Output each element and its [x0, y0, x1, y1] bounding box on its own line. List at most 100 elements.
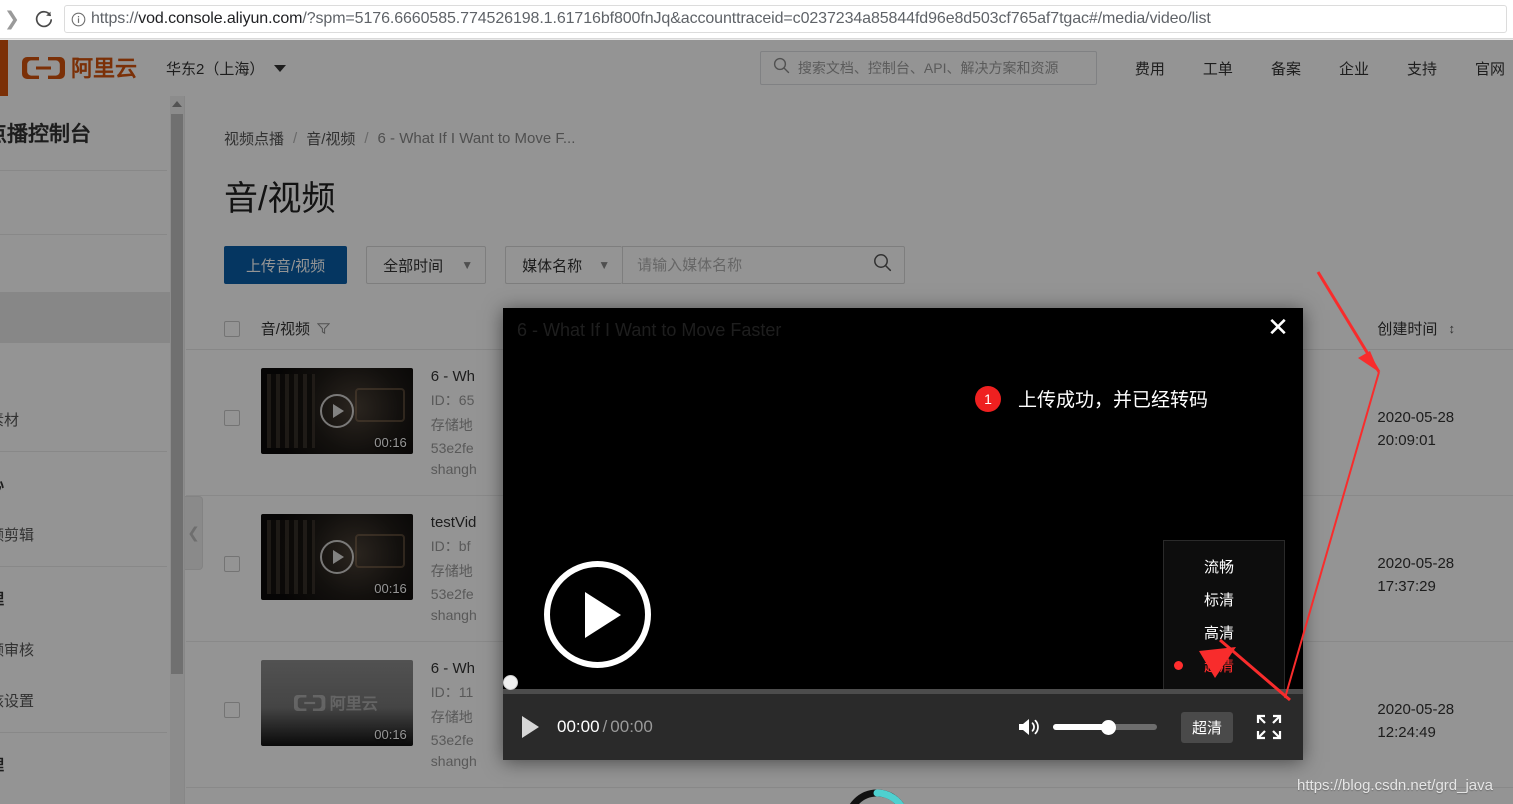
- row-select-cell: [224, 660, 261, 718]
- quality-option-hd[interactable]: 高清: [1164, 616, 1284, 649]
- sidebar-divider: [0, 451, 167, 452]
- global-search[interactable]: [759, 51, 1097, 85]
- header-link-ticket[interactable]: 工单: [1203, 58, 1233, 79]
- row-checkbox[interactable]: [224, 702, 240, 718]
- video-thumbnail[interactable]: 00:16: [260, 368, 413, 454]
- region-label: 华东2（上海）: [166, 60, 265, 78]
- sidebar-divider: [0, 234, 167, 235]
- progress-bar[interactable]: [503, 675, 1303, 694]
- sidebar-item-audit-settings[interactable]: 智能审核设置: [0, 675, 184, 726]
- brand-rail: [0, 40, 8, 96]
- quality-option-sd[interactable]: 标清: [1164, 583, 1284, 616]
- media-storage: 存储地: [430, 417, 473, 433]
- sidebar-scrollbar[interactable]: [170, 96, 184, 804]
- row-checkbox[interactable]: [224, 556, 240, 572]
- time-filter-select[interactable]: 全部时间 ▼: [366, 246, 487, 284]
- created-time: 17:37:29: [1377, 578, 1436, 596]
- reload-icon: [35, 11, 53, 28]
- media-name[interactable]: testVid: [431, 514, 477, 531]
- header-link-official[interactable]: 官网: [1475, 58, 1505, 79]
- column-header-created[interactable]: 创建时间 ↕: [1377, 318, 1513, 339]
- quality-menu[interactable]: 流畅 标清 高清 超清: [1163, 540, 1285, 699]
- sidebar-item-image[interactable]: 图片: [0, 343, 184, 394]
- volume-control[interactable]: [1017, 716, 1157, 738]
- row-checkbox[interactable]: [224, 410, 240, 426]
- sidebar-item-overview[interactable]: 概览: [0, 177, 184, 228]
- sort-icon[interactable]: ↕: [1448, 321, 1455, 336]
- media-id: ID：65: [430, 392, 475, 408]
- media-name[interactable]: 6 - Wh: [431, 368, 477, 385]
- reload-button[interactable]: [24, 0, 64, 38]
- sidebar-scroll-thumb[interactable]: [171, 114, 183, 674]
- select-all-cell: [224, 320, 261, 337]
- svg-text:阿里云: 阿里云: [330, 695, 378, 713]
- sidebar-group-production[interactable]: 生产中心: [0, 458, 184, 509]
- forward-button[interactable]: ❯: [0, 0, 24, 38]
- media-storage: 存储地: [430, 563, 473, 579]
- breadcrumb-item-media[interactable]: 音/视频: [306, 128, 355, 149]
- scroll-up-arrow-icon[interactable]: [170, 96, 184, 112]
- media-name[interactable]: 6 - Wh: [431, 660, 477, 677]
- quality-option-uhd[interactable]: 超清: [1164, 649, 1284, 682]
- media-meta: testVid ID：bf 存储地 53e2fe shangh: [431, 514, 477, 623]
- search-icon[interactable]: [873, 253, 892, 277]
- upload-media-button[interactable]: 上传音/视频: [224, 246, 348, 284]
- aliyun-logo-icon: 阿里云: [293, 695, 378, 713]
- select-all-checkbox[interactable]: [224, 320, 240, 337]
- sidebar-item-short-video-material[interactable]: 短视频素材: [0, 394, 184, 445]
- volume-knob[interactable]: [1100, 720, 1116, 735]
- page-title: 音/视频: [224, 180, 336, 218]
- volume-icon[interactable]: [1017, 716, 1043, 738]
- info-circle-icon[interactable]: [65, 6, 91, 32]
- watermark-text: https://blog.csdn.net/grd_java: [1297, 777, 1493, 794]
- big-play-button[interactable]: [544, 561, 651, 668]
- breadcrumb-item-vod[interactable]: 视频点播: [224, 128, 284, 149]
- play-icon: [585, 591, 621, 638]
- sidebar-group-config[interactable]: 配置管理: [0, 739, 184, 790]
- header-link-enterprise[interactable]: 企业: [1339, 58, 1369, 79]
- sidebar-item-cloud-editing[interactable]: 云端视频剪辑: [0, 509, 184, 560]
- quality-label: 流畅: [1204, 559, 1235, 576]
- address-bar[interactable]: https://vod.console.aliyun.com/?spm=5176…: [64, 5, 1507, 33]
- fullscreen-button[interactable]: [1255, 713, 1283, 741]
- quality-option-fluent[interactable]: 流畅: [1164, 550, 1284, 583]
- header-link-beian[interactable]: 备案: [1271, 58, 1301, 79]
- progress-knob[interactable]: [503, 675, 518, 690]
- video-title: 6 - What If I Want to Move Faster: [517, 320, 782, 340]
- video-thumbnail[interactable]: 00:16: [260, 514, 413, 600]
- quality-label: 超清: [1204, 658, 1235, 675]
- chevron-left-icon: ❮: [187, 525, 200, 542]
- global-search-input[interactable]: [797, 60, 1096, 76]
- filter-icon[interactable]: [316, 322, 330, 335]
- selected-dot-icon: [1174, 661, 1183, 670]
- selected-dot-icon: [1174, 562, 1183, 571]
- video-thumbnail[interactable]: 阿里云 00:16: [260, 660, 413, 746]
- header-link-fee[interactable]: 费用: [1135, 58, 1165, 79]
- play-icon: [521, 716, 539, 738]
- volume-slider[interactable]: [1052, 720, 1157, 735]
- sidebar-group-media[interactable]: 媒资库: [0, 241, 184, 292]
- breadcrumb-separator: /: [293, 130, 298, 147]
- region-selector[interactable]: 华东2（上海）: [166, 58, 287, 79]
- video-duration: 00:16: [374, 581, 407, 596]
- media-id: ID：11: [430, 684, 474, 700]
- chevron-down-icon: ▼: [598, 258, 611, 272]
- media-search-box[interactable]: [622, 246, 906, 284]
- url-prefix: https://: [91, 10, 139, 27]
- media-region: shangh: [430, 753, 477, 769]
- header-link-support[interactable]: 支持: [1407, 58, 1437, 79]
- search-field-select[interactable]: 媒体名称 ▼: [505, 246, 623, 284]
- loading-spinner-icon: [841, 786, 913, 804]
- sidebar-item-audio-video[interactable]: 音/视频: [0, 292, 184, 343]
- video-player-modal: 6 - What If I Want to Move Faster ✕ 1 上传…: [503, 308, 1303, 804]
- sidebar-collapse-handle[interactable]: ❮: [185, 496, 203, 570]
- media-meta: 6 - Wh ID：65 存储地 53e2fe shangh: [431, 368, 477, 477]
- media-hash: 53e2fe: [430, 586, 474, 602]
- play-pause-button[interactable]: [503, 716, 557, 738]
- sidebar-group-audit[interactable]: 审核管理: [0, 573, 184, 624]
- close-icon[interactable]: ✕: [1261, 310, 1295, 344]
- sidebar-item-smart-audit[interactable]: 智能视频审核: [0, 624, 184, 675]
- media-search-input[interactable]: [637, 256, 874, 274]
- quality-button[interactable]: 超清: [1180, 711, 1233, 743]
- aliyun-logo[interactable]: 阿里云: [22, 53, 140, 83]
